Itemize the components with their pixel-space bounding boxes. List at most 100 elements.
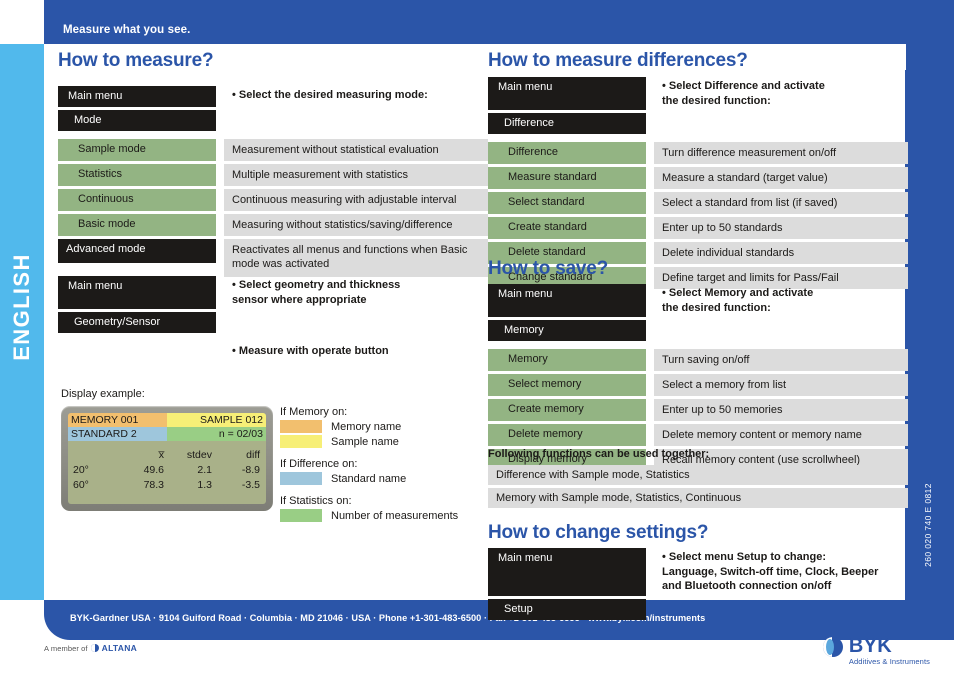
table-row: Memory xyxy=(488,320,908,341)
table-row: Main menu • Select Memory and activate t… xyxy=(488,284,908,317)
menu-item-statistics[interactable]: Statistics xyxy=(58,164,216,186)
menu-desc-difference: Turn difference measurement on/off xyxy=(654,142,908,164)
geometry-note: • Select geometry and thickness sensor w… xyxy=(232,279,401,306)
byk-logo: BYK Additives & Instruments xyxy=(822,635,930,666)
menu-item-measure-standard[interactable]: Measure standard xyxy=(488,167,646,189)
lcd-legend: If Memory on: Memory name Sample name If… xyxy=(280,406,495,523)
lcd-memory-name: MEMORY 001 xyxy=(68,413,167,427)
table-row: Select standard Select a standard from l… xyxy=(488,192,908,214)
lcd-display: MEMORY 001 SAMPLE 012 STANDARD 2 n = 02/… xyxy=(61,406,273,511)
altana-wordmark: ALTANA xyxy=(101,643,138,653)
lcd-measurement-count: n = 02/03 xyxy=(167,427,266,441)
table-row: Main menu • Select Difference and activa… xyxy=(488,77,908,110)
section-title-measure: How to measure? xyxy=(58,50,214,71)
combinations-block: Following functions can be used together… xyxy=(488,448,908,511)
menu-item-main-menu-setup[interactable]: Main menu xyxy=(488,548,646,596)
page-root: Measure what you see. ENGLISH 260 020 74… xyxy=(0,0,954,681)
table-row: Difference Turn difference measurement o… xyxy=(488,142,908,164)
combination-item: Difference with Sample mode, Statistics xyxy=(488,465,908,485)
menu-item-main-menu-difference[interactable]: Main menu xyxy=(488,77,646,110)
measure-note: • Select the desired measuring mode: xyxy=(232,89,428,101)
lcd-standard-name: STANDARD 2 xyxy=(68,427,167,441)
byk-droplet-icon xyxy=(822,637,843,657)
section-title-settings: How to change settings? xyxy=(488,522,709,543)
lcd-diff-20: -8.9 xyxy=(241,463,260,476)
menu-desc-statistics: Multiple measurement with statistics xyxy=(224,164,488,186)
menu-item-difference[interactable]: Difference xyxy=(488,142,646,164)
menu-item-main-menu[interactable]: Main menu xyxy=(58,86,216,107)
table-row: Main menu • Select menu Setup to change:… xyxy=(488,548,908,596)
table-row: Create memory Enter up to 50 memories xyxy=(488,399,908,421)
lcd-mean-20: 49.6 xyxy=(143,463,164,476)
legend-head-difference: If Difference on: xyxy=(280,458,358,470)
menu-item-basic-mode[interactable]: Basic mode xyxy=(58,214,216,236)
menu-item-select-standard[interactable]: Select standard xyxy=(488,192,646,214)
geometry-menu-table: Main menu • Select geometry and thicknes… xyxy=(58,276,488,336)
legend-swatch-standard-name xyxy=(280,472,322,485)
menu-item-select-memory[interactable]: Select memory xyxy=(488,374,646,396)
settings-menu-table: Main menu • Select menu Setup to change:… xyxy=(488,548,908,623)
menu-item-mode[interactable]: Mode xyxy=(58,110,216,131)
display-example-caption: Display example: xyxy=(61,388,145,400)
lcd-sample-name: SAMPLE 012 xyxy=(167,413,266,427)
menu-item-geometry-sensor[interactable]: Geometry/Sensor xyxy=(58,312,216,333)
top-blue-header: Measure what you see. xyxy=(44,0,954,44)
legend-label-memory-name: Memory name xyxy=(331,420,402,433)
menu-desc-sample-mode: Measurement without statistical evaluati… xyxy=(224,139,488,161)
lcd-col-diff-header: diff xyxy=(246,448,260,461)
menu-item-main-menu-geometry[interactable]: Main menu xyxy=(58,276,216,309)
byk-wordmark: BYK xyxy=(848,635,893,657)
menu-item-memory[interactable]: Memory xyxy=(488,349,646,371)
menu-item-setup[interactable]: Setup xyxy=(488,598,646,620)
operate-button-note: • Measure with operate button xyxy=(232,345,389,357)
lcd-stdev-20: 2.1 xyxy=(197,463,212,476)
menu-desc-create-memory: Enter up to 50 memories xyxy=(654,399,908,421)
legend-swatch-memory-name xyxy=(280,420,322,433)
legend-swatch-measurement-count xyxy=(280,509,322,522)
menu-desc-continuous: Continuous measuring with adjustable int… xyxy=(224,189,488,211)
menu-item-create-memory[interactable]: Create memory xyxy=(488,399,646,421)
section-title-differences: How to measure differences? xyxy=(488,50,748,71)
table-row: Mode xyxy=(58,110,488,131)
menu-item-create-standard[interactable]: Create standard xyxy=(488,217,646,239)
menu-desc-select-standard: Select a standard from list (if saved) xyxy=(654,192,908,214)
table-row: Main menu • Select geometry and thicknes… xyxy=(58,276,488,309)
menu-desc-delete-memory: Delete memory content or memory name xyxy=(654,424,908,446)
table-row: Statistics Multiple measurement with sta… xyxy=(58,164,488,186)
lcd-geometry-60: 60° xyxy=(73,478,89,491)
menu-desc-create-standard: Enter up to 50 standards xyxy=(654,217,908,239)
menu-item-delete-memory[interactable]: Delete memory xyxy=(488,424,646,446)
menu-item-memory-submenu[interactable]: Memory xyxy=(488,320,646,341)
altana-member-mark: A member of ALTANA xyxy=(44,643,137,653)
table-row: Main menu • Select the desired measuring… xyxy=(58,86,488,107)
menu-item-sample-mode[interactable]: Sample mode xyxy=(58,139,216,161)
legend-item: Sample name xyxy=(280,434,495,449)
menu-item-advanced-mode[interactable]: Advanced mode xyxy=(58,239,216,263)
table-row: Create standard Enter up to 50 standards xyxy=(488,217,908,239)
settings-note: • Select menu Setup to change: Language,… xyxy=(662,551,879,592)
document-code: 260 020 740 E 0812 xyxy=(923,483,933,567)
lcd-mean-60: 78.3 xyxy=(143,478,164,491)
save-note: • Select Memory and activate the desired… xyxy=(662,287,814,314)
lcd-data-row: 60° 78.3 1.3 -3.5 xyxy=(68,477,266,492)
menu-item-main-menu-memory[interactable]: Main menu xyxy=(488,284,646,317)
lcd-data-table: x̅ stdev diff 20° 49.6 2.1 -8.9 60° 78.3… xyxy=(68,447,266,492)
altana-logo-icon xyxy=(90,644,99,652)
menu-item-difference-submenu[interactable]: Difference xyxy=(488,113,646,134)
combination-item: Memory with Sample mode, Statistics, Con… xyxy=(488,488,908,508)
lcd-geometry-20: 20° xyxy=(73,463,89,476)
content-panel: How to measure? Main menu • Select the d… xyxy=(44,44,908,620)
lcd-stdev-60: 1.3 xyxy=(197,478,212,491)
menu-item-continuous[interactable]: Continuous xyxy=(58,189,216,211)
measure-menu-table: Main menu • Select the desired measuring… xyxy=(58,86,488,280)
combinations-heading: Following functions can be used together… xyxy=(488,448,710,460)
table-row: Select memory Select a memory from list xyxy=(488,374,908,396)
legend-item: Number of measurements xyxy=(280,508,495,523)
menu-desc-advanced-mode: Reactivates all menus and functions when… xyxy=(224,239,488,277)
menu-desc-measure-standard: Measure a standard (target value) xyxy=(654,167,908,189)
